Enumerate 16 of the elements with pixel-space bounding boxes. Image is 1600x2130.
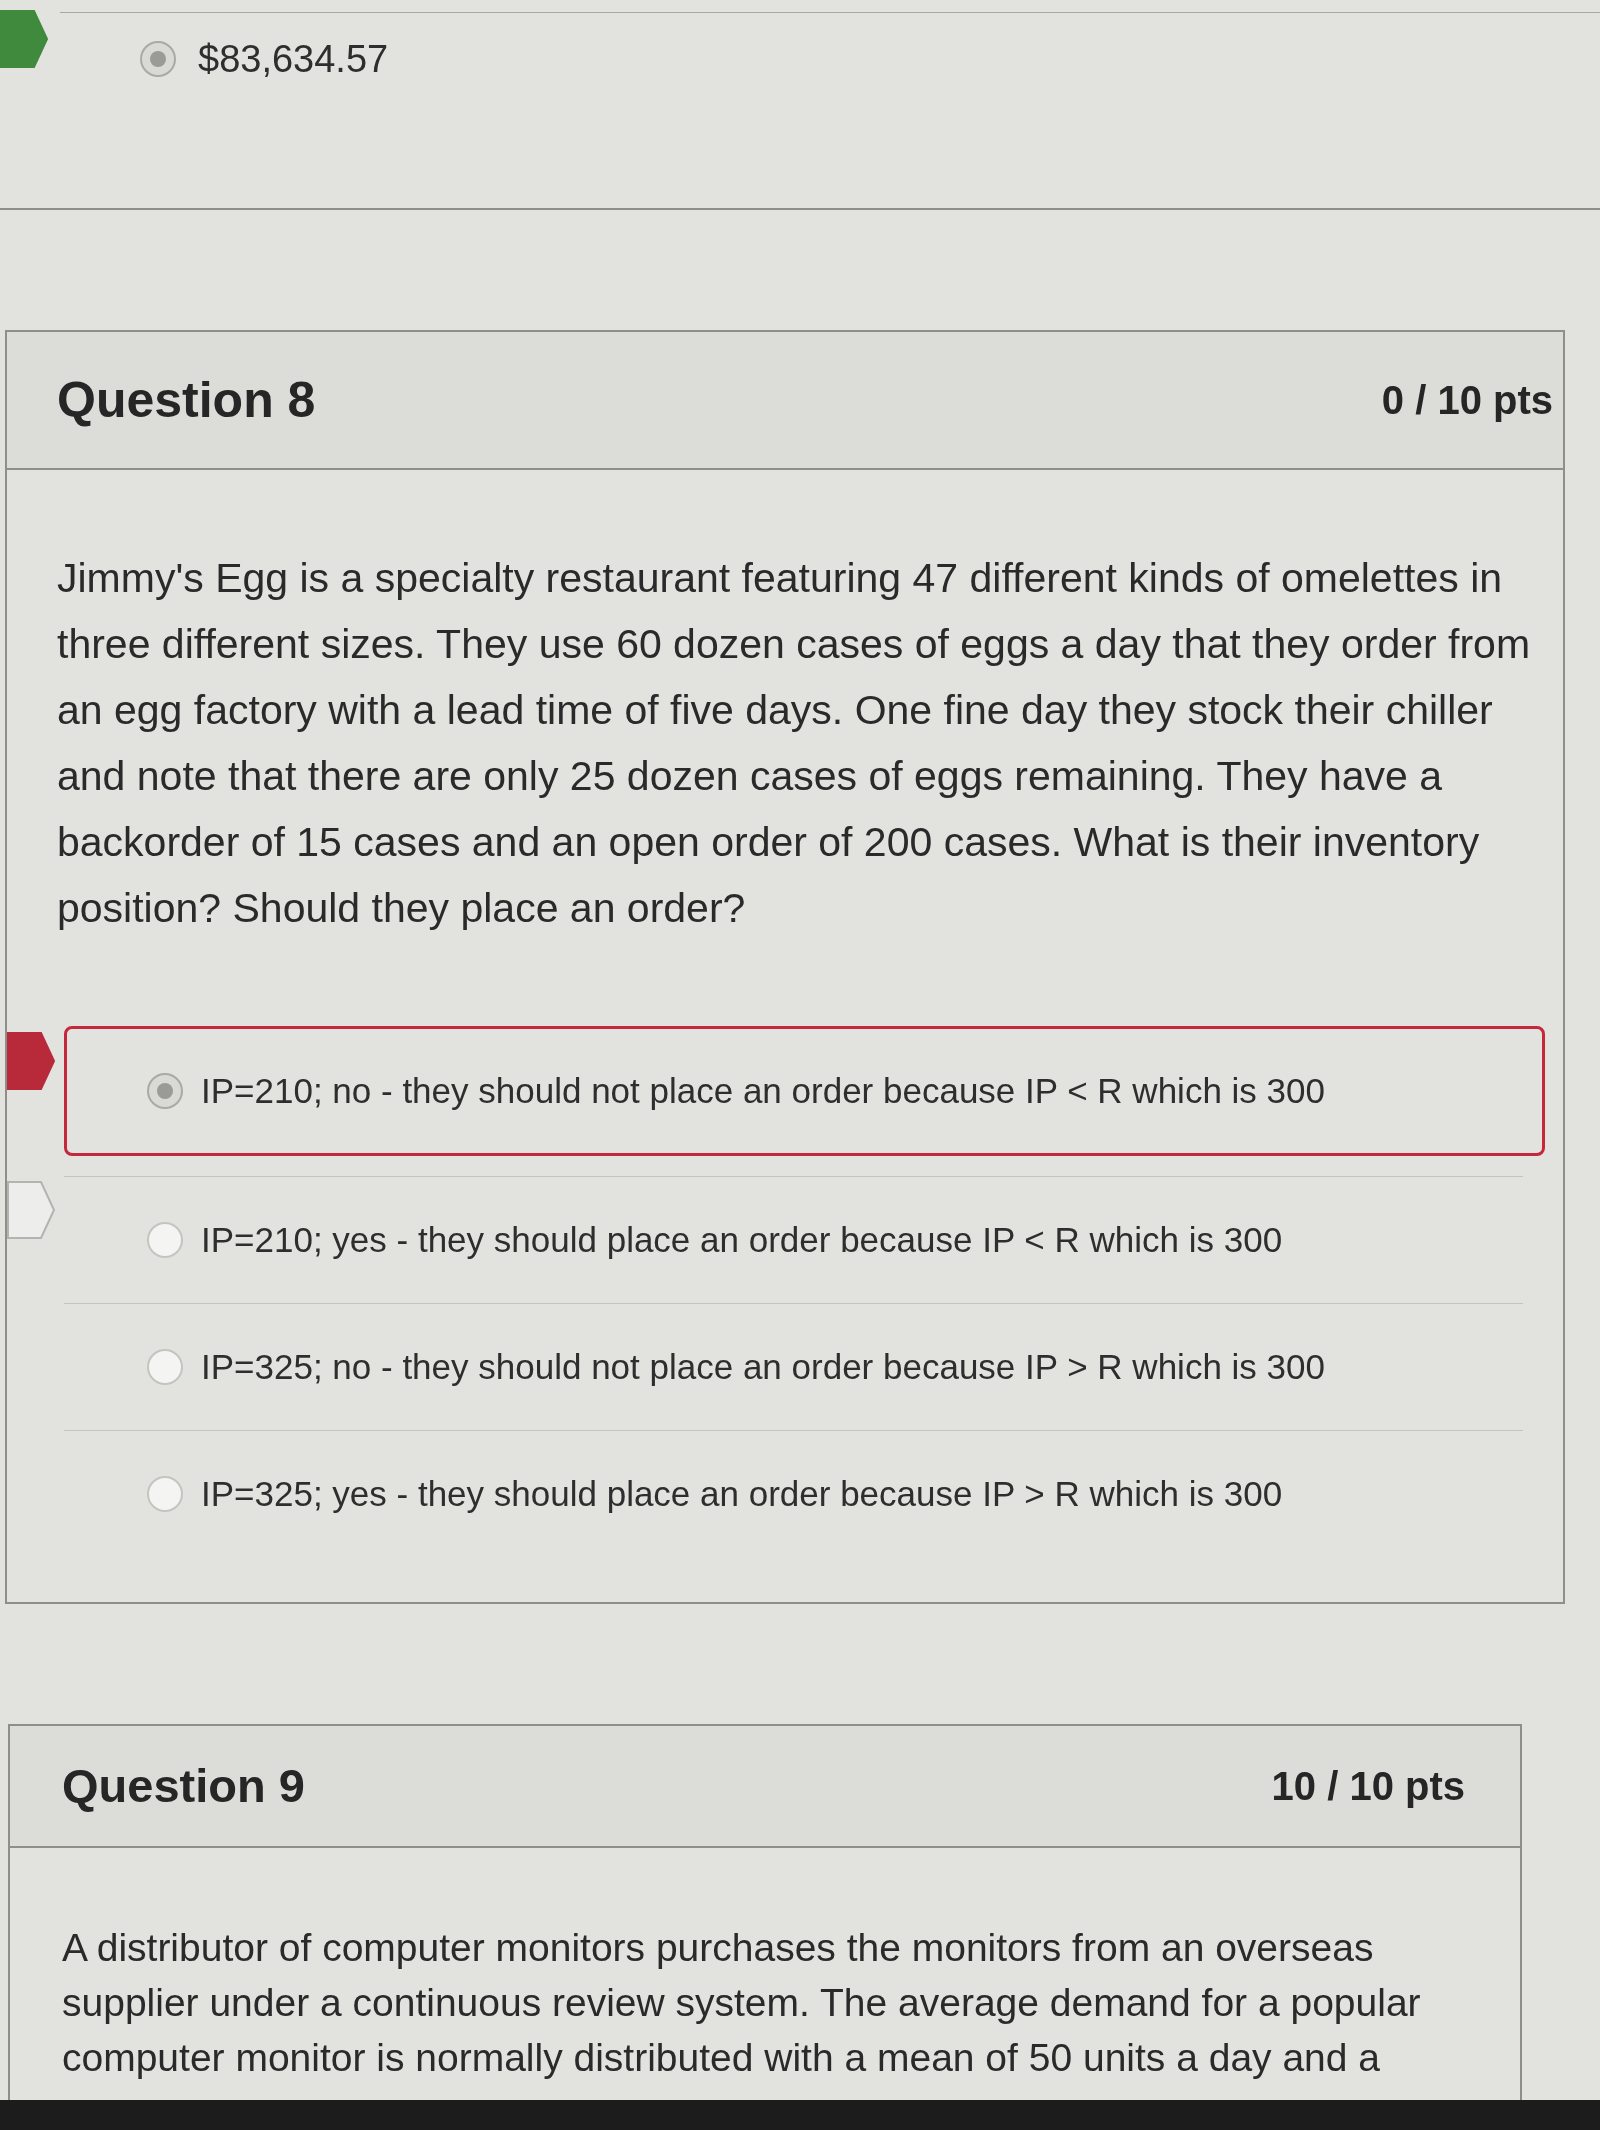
radio-button[interactable]: [147, 1222, 183, 1258]
question-title: Question 9: [62, 1757, 305, 1814]
points-label: 0 / 10 pts: [1381, 377, 1553, 424]
answer-text: $83,634.57: [198, 36, 389, 82]
radio-button[interactable]: [140, 41, 176, 77]
question-title: Question 8: [57, 370, 316, 430]
points-label: 10 / 10 pts: [1271, 1763, 1465, 1810]
question-text: Jimmy's Egg is a specialty restaurant featuring 47 different kinds of omelettes in three different sizes. They use 60 dozen cases of eggs a day that they order from an egg factory with a lead time of five days. One fine day they stock their chiller and note that there are only 25 dozen cases of eggs remaining. They have a backorder of 15 cases and an open order of 200 cases. What is their inventory position? Should they place an order?: [57, 554, 1532, 933]
answer-text: IP=210; yes - they should place an order because IP < R which is 300: [201, 1218, 1283, 1261]
radio-button[interactable]: [147, 1073, 183, 1109]
answer-text: IP=325; yes - they should place an order because IP > R which is 300: [201, 1472, 1283, 1515]
answer-text: IP=210; no - they should not place an order because IP < R which is 300: [201, 1069, 1325, 1112]
radio-button[interactable]: [147, 1476, 183, 1512]
question-text: A distributor of computer monitors purchases the monitors from an overseas supplier under a continuous review system. The average demand for a popular computer monitor is normally distributed with a mean of 50 units a day and a: [62, 1925, 1422, 2081]
radio-button[interactable]: [147, 1349, 183, 1385]
answer-text: IP=325; no - they should not place an order because IP > R which is 300: [201, 1345, 1325, 1388]
